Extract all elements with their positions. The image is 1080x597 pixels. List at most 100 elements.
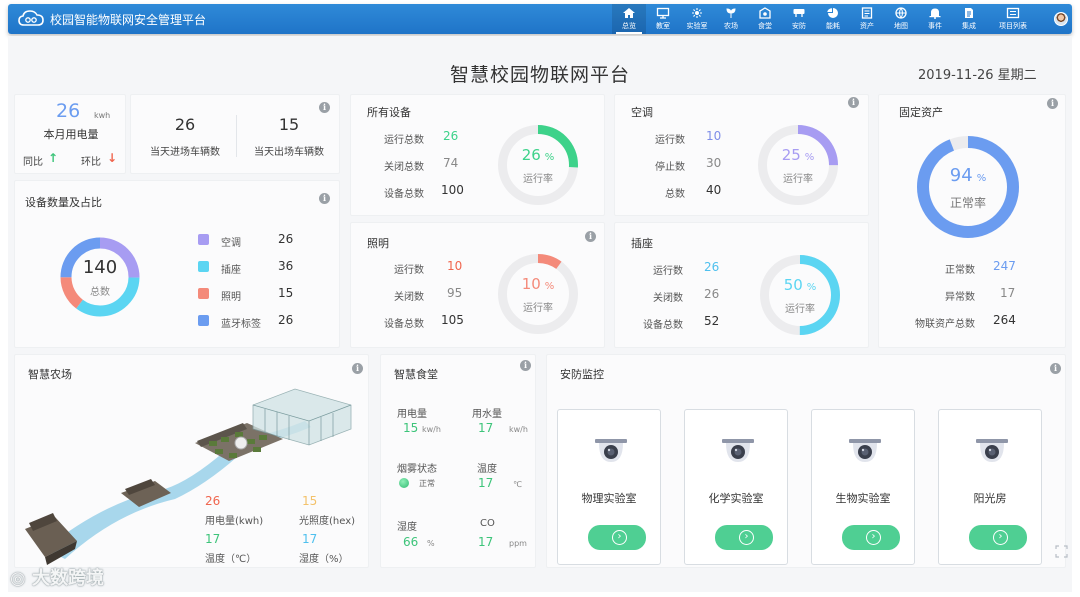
device-total-label: 总数 (90, 287, 110, 298)
run-value: 26 (443, 129, 459, 143)
nav-label: 集成 (962, 22, 976, 30)
status-dot-icon (399, 478, 409, 488)
nav-item-map[interactable]: 地图 (884, 4, 918, 34)
chevron-right-icon: › (739, 530, 754, 545)
nav-item-project-list[interactable]: 项目列表 (986, 4, 1040, 34)
info-icon[interactable]: i (520, 360, 531, 371)
nav-label: 项目列表 (999, 22, 1027, 30)
run-rate-label: 运行率 (523, 174, 553, 185)
nav-item-energy[interactable]: 能耗 (816, 4, 850, 34)
info-icon[interactable]: i (319, 193, 330, 204)
rate-number: 10 (521, 275, 541, 293)
camera-icon (849, 439, 881, 462)
nav-item-canteen[interactable]: 食堂 (748, 4, 782, 34)
asset-icon (861, 7, 873, 19)
run-rate-label: 运行率 (785, 304, 815, 315)
water-unit: kw/h (509, 425, 528, 434)
camera-card[interactable]: 化学实验室 › (684, 409, 788, 565)
view-camera-button[interactable]: › (588, 525, 646, 550)
power-unit: kw/h (422, 425, 441, 434)
card-title: 空调 (631, 106, 653, 119)
off-value: 30 (706, 156, 722, 170)
nav-item-lab[interactable]: 实验室 (680, 4, 714, 34)
nav-item-security[interactable]: 安防 (782, 4, 816, 34)
camera-card[interactable]: 物理实验室 › (557, 409, 661, 565)
legend-value: 26 (278, 232, 294, 246)
gauge-arc (917, 136, 1019, 238)
aircon-card: 空调 i 运行数 10 停止数 30 总数 40 25% 运行率 (614, 94, 869, 216)
info-icon[interactable]: i (848, 97, 859, 108)
humidity-unit: % (427, 539, 435, 548)
info-icon[interactable]: i (1047, 98, 1058, 109)
view-camera-button[interactable]: › (842, 525, 900, 550)
top-navigation-bar: 校园智能物联网安全管理平台 总览 教室 实验室 农场 食堂 安防 能耗 资产 地… (8, 4, 1072, 34)
view-camera-button[interactable]: › (715, 525, 773, 550)
camera-label: 生物实验室 (835, 492, 891, 505)
run-label: 运行数 (653, 266, 683, 277)
camera-card[interactable]: 阳光房 › (938, 409, 1042, 565)
card-title: 设备数量及占比 (25, 196, 102, 209)
farm-temperature-value: 17 (205, 532, 221, 546)
chevron-right-icon: › (993, 530, 1008, 545)
rate-unit: % (806, 282, 817, 293)
nav-item-events[interactable]: 事件 (918, 4, 952, 34)
info-icon[interactable]: i (319, 102, 330, 113)
legend-swatch-aircon (198, 234, 209, 245)
power-value: 15 (403, 421, 419, 435)
device-share-card: 设备数量及占比 i 140 总数 空调 26 插座 36 照明 15 蓝牙标签 … (14, 180, 340, 348)
camera-label: 物理实验室 (581, 492, 637, 505)
nav-item-farm[interactable]: 农场 (714, 4, 748, 34)
info-icon[interactable]: i (585, 231, 596, 242)
legend-value: 15 (278, 286, 294, 300)
run-label: 运行数 (655, 135, 685, 146)
nav-item-classroom[interactable]: 教室 (646, 4, 680, 34)
electricity-label: 本月用电量 (43, 128, 99, 141)
run-rate-value: 25% (757, 146, 839, 164)
nav-label: 能耗 (826, 22, 840, 30)
legend-label: 插座 (221, 265, 241, 276)
vehicle-card: i 26 当天进场车辆数 15 当天出场车辆数 (130, 94, 340, 174)
current-date: 2019-11-26 星期二 (918, 68, 1037, 83)
info-icon[interactable]: i (1050, 363, 1061, 374)
nav-item-integration[interactable]: 集成 (952, 4, 986, 34)
total-label: 设备总数 (384, 189, 424, 200)
camera-card[interactable]: 生物实验室 › (811, 409, 915, 565)
run-rate-value: 50% (759, 276, 841, 294)
view-camera-button[interactable]: › (969, 525, 1027, 550)
fixed-assets-card: 固定资产 i 94% 正常率 正常数 247 异常数 17 物联资产总数 264 (878, 94, 1066, 348)
info-icon[interactable]: i (352, 363, 363, 374)
nav-item-asset[interactable]: 资产 (850, 4, 884, 34)
vehicles-out-label: 当天出场车辆数 (254, 147, 324, 158)
farm-icon (726, 8, 736, 18)
classroom-icon (656, 7, 670, 19)
electricity-card: 26 kwh 本月用电量 同比 ↑ 环比 ↓ (14, 94, 126, 174)
smart-farm-card: 智慧农场 i 26 用电量(kwh) 15 光照度(hex) 17 温度（℃） … (14, 354, 369, 568)
user-avatar[interactable] (1054, 12, 1068, 26)
nav-label: 农场 (724, 22, 738, 30)
off-value: 26 (704, 287, 720, 301)
card-title: 插座 (631, 237, 653, 250)
nav-label: 事件 (928, 22, 942, 30)
total-label: 设备总数 (384, 319, 424, 330)
normal-rate-value: 94% (916, 165, 1020, 186)
fullscreen-icon[interactable] (1055, 545, 1068, 558)
run-rate-gauge (498, 254, 578, 334)
rate-unit: % (804, 152, 815, 163)
total-value: 100 (441, 183, 464, 197)
rate-unit: % (544, 281, 555, 292)
run-value: 26 (704, 260, 720, 274)
temperature-label: 温度 (477, 464, 497, 475)
run-rate-value: 10% (497, 275, 579, 293)
card-title: 安防监控 (560, 368, 604, 381)
nav-label: 实验室 (686, 22, 708, 30)
chevron-right-icon: › (866, 530, 881, 545)
app-title: 校园智能物联网安全管理平台 (50, 13, 207, 27)
security-icon (793, 9, 805, 17)
farm-electricity-label: 用电量(kwh) (205, 516, 264, 527)
legend-label: 蓝牙标签 (221, 319, 261, 330)
nav-item-overview[interactable]: 总览 (612, 4, 646, 34)
nav-label: 地图 (894, 22, 908, 30)
card-title: 固定资产 (899, 106, 943, 119)
normal-rate-gauge (917, 136, 1019, 238)
integration-icon (965, 8, 973, 18)
